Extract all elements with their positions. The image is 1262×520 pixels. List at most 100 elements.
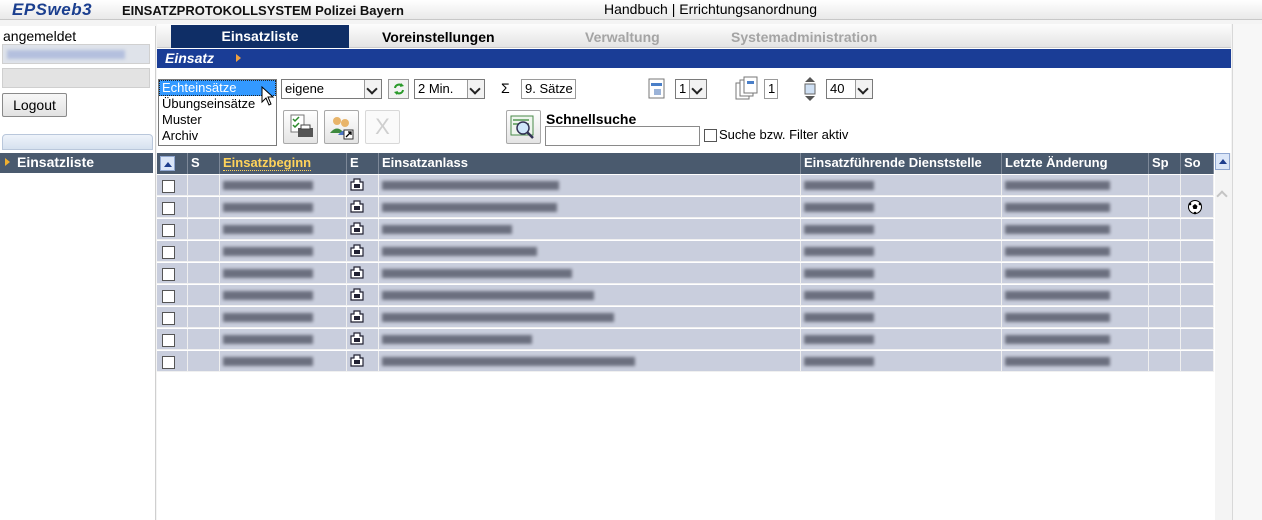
table-cell: [157, 197, 188, 218]
menu-voreinstellungen[interactable]: Voreinstellungen: [382, 29, 495, 45]
folder-icon[interactable]: [350, 266, 364, 279]
listbox-option[interactable]: Echteinsätze: [159, 80, 276, 96]
table-cell: [1149, 219, 1181, 240]
top-bar: EPSweb3 EINSATZPROTOKOLLSYSTEM Polizei B…: [0, 0, 1262, 20]
redacted-text: [804, 225, 874, 234]
page-scrollbar[interactable]: [1232, 24, 1262, 520]
redacted-text: [1005, 181, 1110, 190]
table-row[interactable]: [157, 263, 1214, 284]
row-checkbox[interactable]: [162, 180, 175, 193]
row-checkbox[interactable]: [162, 312, 175, 325]
interval-select-value: 2 Min.: [418, 81, 454, 96]
table-row[interactable]: [157, 241, 1214, 262]
table-cell: [379, 307, 801, 328]
scroll-top-button[interactable]: [1215, 153, 1230, 170]
row-checkbox[interactable]: [162, 246, 175, 259]
table-cell: [220, 351, 347, 372]
col-e[interactable]: E: [347, 153, 379, 174]
page-select[interactable]: 1: [675, 79, 707, 99]
table-row[interactable]: [157, 329, 1214, 350]
row-checkbox[interactable]: [162, 356, 175, 369]
redacted-text: [382, 225, 512, 234]
order-link[interactable]: Errichtungsanordnung: [679, 1, 817, 17]
table-row[interactable]: [157, 175, 1214, 196]
folder-icon[interactable]: [350, 222, 364, 235]
redacted-text: [1005, 335, 1110, 344]
table-cell: [157, 285, 188, 306]
quick-search-input[interactable]: [545, 126, 700, 146]
table-cell: [801, 351, 1002, 372]
redacted-text: [382, 269, 572, 278]
app-title: EINSATZPROTOKOLLSYSTEM Polizei Bayern: [122, 3, 404, 18]
einsatz-type-listbox[interactable]: Echteinsätze Übungseinsätze Muster Archi…: [158, 79, 277, 146]
listbox-option[interactable]: Muster: [159, 112, 276, 128]
listbox-option[interactable]: Übungseinsätze: [159, 96, 276, 112]
rows-per-page-select[interactable]: 40: [826, 79, 873, 99]
row-checkbox[interactable]: [162, 268, 175, 281]
col-sp[interactable]: Sp: [1149, 153, 1181, 174]
select-all-header[interactable]: [157, 153, 188, 174]
table-cell: [801, 197, 1002, 218]
table-header: S Einsatzbeginn E Einsatzanlass Einsatzf…: [157, 153, 1214, 174]
table-cell: [1181, 307, 1214, 328]
row-checkbox[interactable]: [162, 290, 175, 303]
owner-select[interactable]: eigene: [281, 79, 382, 99]
row-height-icon: [804, 77, 816, 101]
table-scrollbar[interactable]: [1215, 153, 1231, 520]
menu-einsatzliste[interactable]: Einsatzliste: [171, 25, 349, 48]
redacted-text: [223, 225, 313, 234]
row-checkbox[interactable]: [162, 224, 175, 237]
redacted-text: [1005, 313, 1110, 322]
folder-icon[interactable]: [350, 354, 364, 367]
redacted-text: [223, 291, 313, 300]
assign-users-button[interactable]: [324, 110, 359, 144]
refresh-button[interactable]: [388, 79, 409, 99]
folder-icon[interactable]: [350, 244, 364, 257]
listbox-option[interactable]: Archiv: [159, 128, 276, 144]
table-cell: [1002, 285, 1149, 306]
folder-icon[interactable]: [350, 288, 364, 301]
filter-active-label: Suche bzw. Filter aktiv: [719, 127, 849, 142]
col-einsatzanlass[interactable]: Einsatzanlass: [379, 153, 801, 174]
print-list-button[interactable]: [283, 110, 318, 144]
chevron-up-icon[interactable]: [1216, 190, 1228, 202]
folder-icon[interactable]: [350, 200, 364, 213]
quick-search-button[interactable]: [506, 110, 541, 144]
table-cell: [157, 351, 188, 372]
menu-verwaltung: Verwaltung: [585, 29, 660, 45]
table-cell: [347, 307, 379, 328]
table-row[interactable]: [157, 285, 1214, 306]
table-cell: [1181, 219, 1214, 240]
table-row[interactable]: [157, 307, 1214, 328]
table-cell: [157, 175, 188, 196]
sidebar-item-einsatzliste[interactable]: Einsatzliste: [0, 153, 153, 173]
table-row[interactable]: [157, 219, 1214, 240]
logout-button[interactable]: Logout: [2, 93, 67, 117]
folder-icon[interactable]: [350, 310, 364, 323]
table-cell: [220, 329, 347, 350]
col-dienststelle[interactable]: Einsatzführende Dienststelle: [801, 153, 1002, 174]
page-icon: [648, 78, 665, 99]
handbook-link[interactable]: Handbuch: [604, 1, 668, 17]
table-cell: [379, 175, 801, 196]
row-checkbox[interactable]: [162, 334, 175, 347]
row-checkbox[interactable]: [162, 202, 175, 215]
col-letzte-aenderung[interactable]: Letzte Änderung: [1002, 153, 1149, 174]
folder-icon[interactable]: [350, 178, 364, 191]
col-s[interactable]: S: [188, 153, 220, 174]
refresh-interval-select[interactable]: 2 Min.: [414, 79, 485, 99]
table-row[interactable]: [157, 197, 1214, 218]
filter-active-checkbox[interactable]: [704, 129, 717, 142]
table-cell: [220, 241, 347, 262]
section-bar: Einsatz: [157, 49, 1231, 68]
col-einsatzbeginn[interactable]: Einsatzbeginn: [220, 153, 347, 174]
col-so[interactable]: So: [1181, 153, 1214, 174]
sidebar-tab[interactable]: [2, 134, 153, 150]
folder-icon[interactable]: [350, 332, 364, 345]
table-row[interactable]: [157, 351, 1214, 372]
redacted-text: [1005, 203, 1110, 212]
sort-up-icon[interactable]: [160, 156, 175, 171]
table-cell: [379, 241, 801, 262]
redacted-text: [382, 247, 537, 256]
redacted-text: [382, 291, 594, 300]
